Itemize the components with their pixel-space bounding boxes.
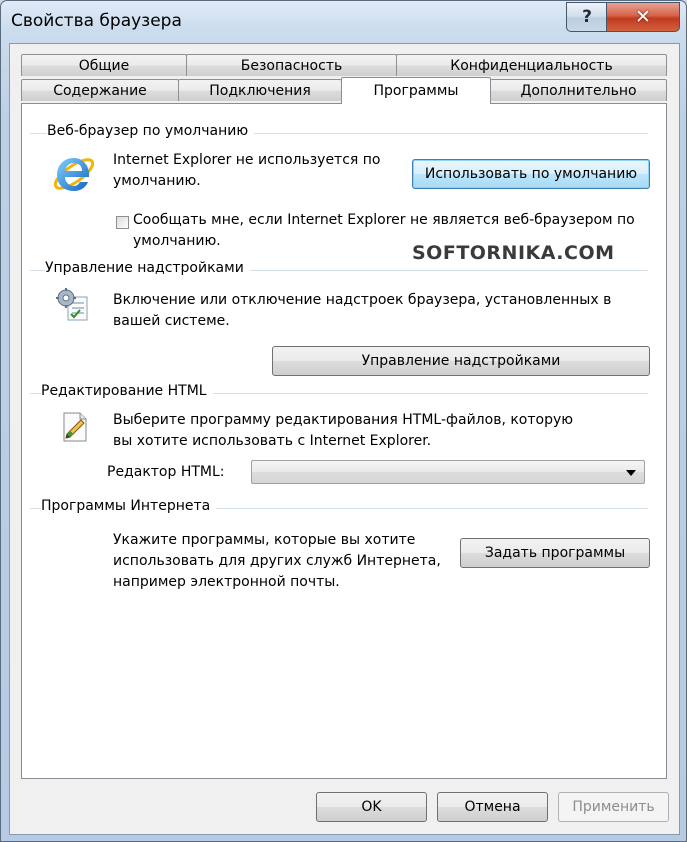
close-button[interactable]: ✕ bbox=[606, 2, 680, 32]
addons-description-line1: Включение или отключение надстроек брауз… bbox=[113, 292, 612, 308]
internet-programs-description-line2: использовать для других служб Интернета, bbox=[113, 553, 441, 569]
html-editor-label: Редактор HTML: bbox=[107, 464, 225, 480]
addons-header: Управление надстройками bbox=[45, 260, 250, 276]
window-title: Свойства браузера bbox=[11, 11, 182, 31]
default-browser-header: Веб-браузер по умолчанию bbox=[47, 123, 255, 139]
default-browser-status-line2: умолчанию. bbox=[113, 173, 201, 189]
set-programs-button-label: Задать программы bbox=[484, 545, 626, 561]
watermark: SOFTORNIKA.COM bbox=[412, 242, 615, 264]
internet-programs-description-line3: например электронной почты. bbox=[113, 574, 340, 590]
addons-description-line2: вашей системе. bbox=[113, 313, 230, 329]
browser-properties-window: Свойства браузера ? ✕ Общие Безопасность… bbox=[0, 0, 687, 842]
tab-security[interactable]: Безопасность bbox=[186, 54, 397, 76]
html-editing-header: Редактирование HTML bbox=[41, 383, 213, 399]
ok-button[interactable]: OK bbox=[316, 792, 427, 822]
help-button[interactable]: ? bbox=[566, 2, 607, 32]
set-programs-button[interactable]: Задать программы bbox=[460, 538, 650, 568]
notify-default-checkbox[interactable] bbox=[116, 216, 129, 229]
title-bar[interactable]: Свойства браузера ? ✕ bbox=[1, 1, 686, 43]
internet-programs-description-line1: Укажите программы, которые вы хотите bbox=[113, 532, 416, 548]
gear-list-icon bbox=[56, 288, 88, 321]
tab-content[interactable]: Содержание bbox=[21, 79, 179, 101]
html-editor-select[interactable] bbox=[251, 460, 645, 484]
programs-tab-panel: Веб-браузер по умолчанию Internet Explor… bbox=[21, 103, 667, 779]
tab-general[interactable]: Общие bbox=[21, 54, 187, 76]
default-browser-status-line1: Internet Explorer не используется по bbox=[113, 152, 381, 168]
manage-addons-button-label: Управление надстройками bbox=[361, 353, 561, 369]
make-default-button[interactable]: Использовать по умолчанию bbox=[412, 159, 650, 189]
dialog-client-area: Общие Безопасность Конфиденциальность Со… bbox=[9, 43, 680, 835]
tab-connections[interactable]: Подключения bbox=[178, 79, 342, 101]
apply-button[interactable]: Применить bbox=[558, 792, 669, 822]
html-editing-description-line1: Выберите программу редактирования HTML-ф… bbox=[113, 412, 574, 428]
tab-advanced[interactable]: Дополнительно bbox=[490, 79, 667, 101]
tab-programs[interactable]: Программы bbox=[341, 77, 491, 104]
html-editing-description-line2: вы хотите использовать с Internet Explor… bbox=[113, 433, 432, 449]
tab-privacy[interactable]: Конфиденциальность bbox=[396, 54, 667, 76]
chevron-down-icon bbox=[626, 470, 636, 476]
internet-programs-header: Программы Интернета bbox=[41, 498, 217, 514]
notify-default-label-line1[interactable]: Сообщать мне, если Internet Explorer не … bbox=[133, 210, 635, 231]
manage-addons-button[interactable]: Управление надстройками bbox=[272, 346, 650, 376]
pencil-page-icon bbox=[63, 412, 87, 442]
cancel-button[interactable]: Отмена bbox=[437, 792, 548, 822]
notify-default-label-line2[interactable]: умолчанию. bbox=[133, 231, 221, 252]
ie-logo-icon bbox=[53, 158, 95, 191]
